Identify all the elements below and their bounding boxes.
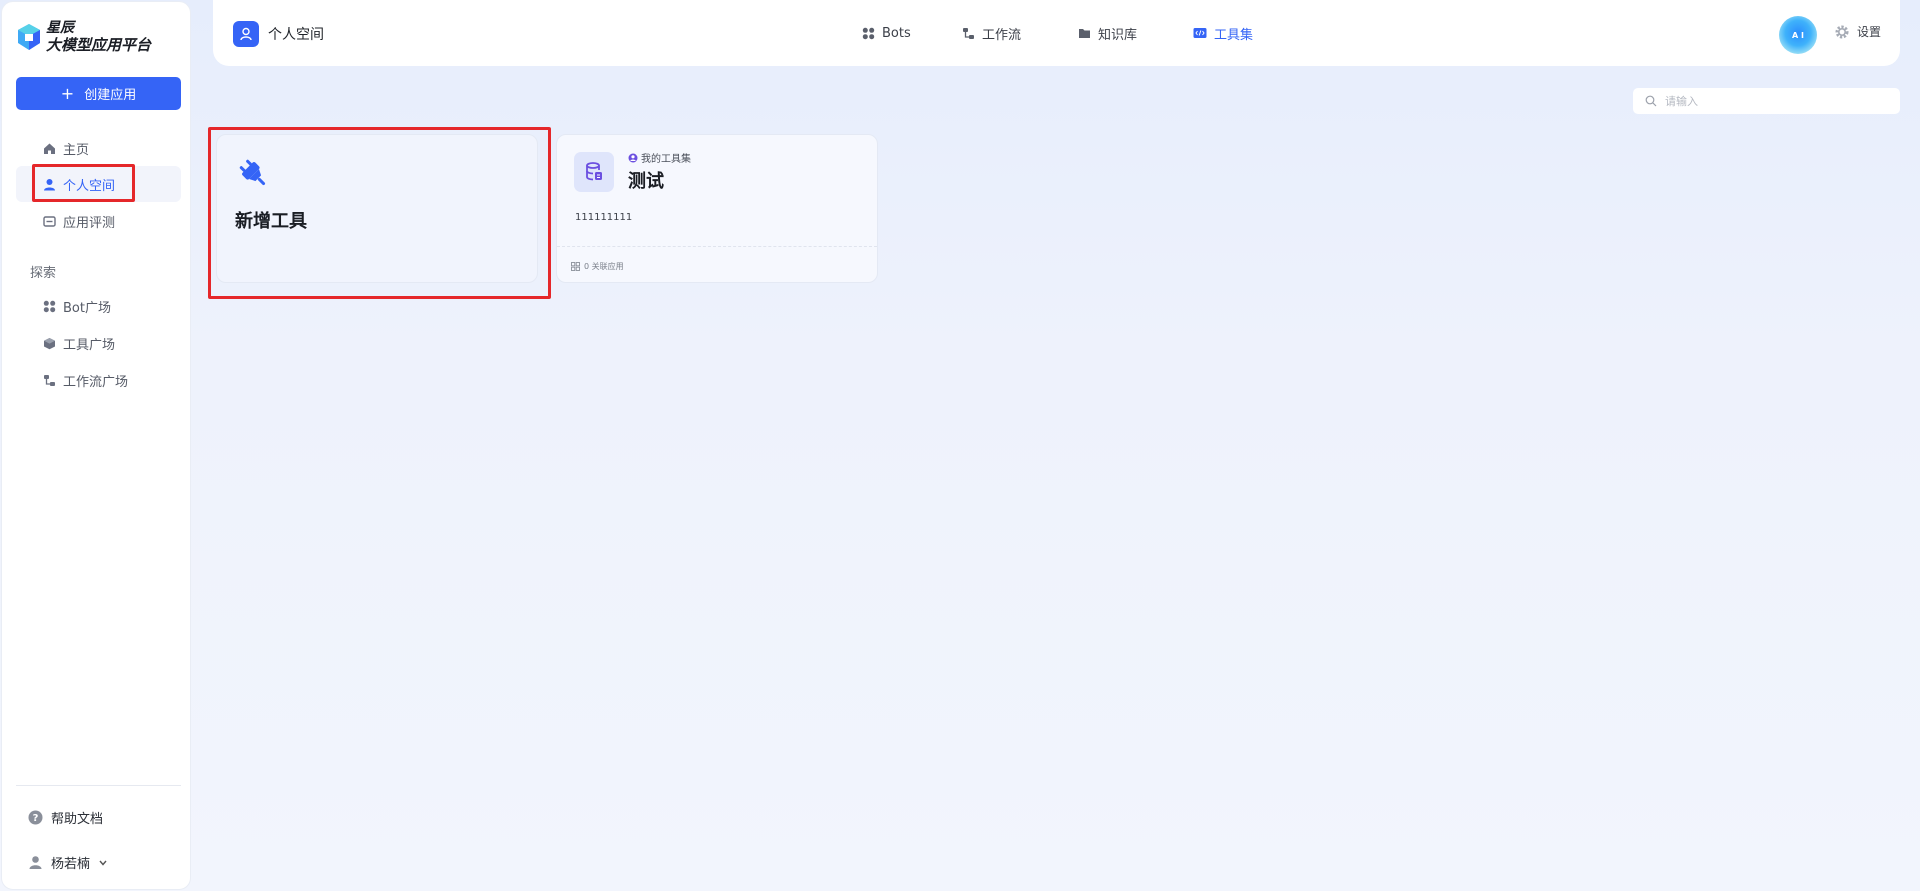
sidebar-item-bot-plaza[interactable]: Bot广场 bbox=[16, 288, 181, 324]
sidebar-item-evaluation[interactable]: 应用评测 bbox=[16, 203, 181, 239]
tool-collection-label: 我的工具集 bbox=[628, 150, 691, 165]
search-box[interactable] bbox=[1633, 88, 1900, 114]
workflow-icon bbox=[961, 26, 975, 40]
settings-label: 设置 bbox=[1857, 25, 1882, 39]
tab-label: 工具集 bbox=[1214, 27, 1254, 43]
database-icon bbox=[586, 162, 602, 181]
sidebar-item-label: 工作流广场 bbox=[63, 374, 129, 390]
help-docs-label: 帮助文档 bbox=[51, 812, 104, 827]
user-circle-icon bbox=[628, 153, 638, 162]
tab-label: 工作流 bbox=[982, 27, 1022, 43]
ai-assistant-avatar[interactable]: A I bbox=[1779, 16, 1817, 54]
tool-icon bbox=[574, 152, 614, 192]
sidebar-divider bbox=[16, 785, 181, 786]
sidebar-item-personal-space[interactable]: 个人空间 bbox=[16, 166, 181, 202]
plug-icon bbox=[239, 159, 266, 186]
tool-name: 测试 bbox=[628, 171, 664, 192]
user-icon bbox=[42, 177, 56, 191]
apps-grid-icon bbox=[861, 26, 875, 40]
apps-grid-icon bbox=[42, 299, 56, 313]
tool-card[interactable]: 我的工具集 测试 111111111 0 关联应用 bbox=[556, 134, 878, 283]
brand-logo[interactable]: 星辰 大模型应用平台 bbox=[16, 20, 151, 54]
sidebar-item-home[interactable]: 主页 bbox=[16, 130, 181, 166]
create-app-button[interactable]: + 创建应用 bbox=[16, 77, 181, 110]
settings-button[interactable]: 设置 bbox=[1835, 23, 1881, 40]
user-menu[interactable]: 杨若楠 bbox=[28, 853, 107, 872]
space-title: 个人空间 bbox=[233, 21, 324, 47]
tab-toolset[interactable]: 工具集 bbox=[1193, 20, 1253, 46]
sidebar-item-label: 工具广场 bbox=[63, 337, 116, 353]
user-avatar-icon bbox=[28, 855, 43, 870]
help-docs-link[interactable]: ? 帮助文档 bbox=[28, 808, 103, 827]
tool-linked-apps: 0 关联应用 bbox=[571, 261, 624, 272]
sidebar-item-label: 个人空间 bbox=[63, 178, 116, 194]
plus-icon: + bbox=[60, 83, 75, 103]
sidebar-item-label: 应用评测 bbox=[63, 215, 116, 231]
workflow-icon bbox=[42, 373, 56, 387]
sidebar-item-workflow-plaza[interactable]: 工作流广场 bbox=[16, 362, 181, 398]
home-icon bbox=[42, 141, 56, 155]
card-divider bbox=[557, 246, 877, 247]
sidebar-item-tool-plaza[interactable]: 工具广场 bbox=[16, 325, 181, 361]
add-tool-card[interactable]: 新增工具 bbox=[216, 134, 538, 283]
search-icon bbox=[1645, 95, 1657, 107]
collection-text: 我的工具集 bbox=[641, 154, 691, 165]
sidebar-item-label: Bot广场 bbox=[63, 300, 111, 316]
sidebar: 星辰 大模型应用平台 + 创建应用 主页 个人空间 应用评测 探索 Bot广场 bbox=[1, 1, 191, 890]
apps-grid-icon bbox=[571, 262, 580, 271]
explore-section-label: 探索 bbox=[30, 266, 57, 281]
space-title-label: 个人空间 bbox=[268, 27, 324, 43]
tab-bots[interactable]: Bots bbox=[861, 20, 911, 46]
brand-logo-icon bbox=[18, 24, 40, 50]
search-input[interactable] bbox=[1665, 94, 1885, 108]
code-icon bbox=[1193, 26, 1207, 40]
tab-knowledge-base[interactable]: 知识库 bbox=[1077, 20, 1137, 46]
ai-avatar-text: A I bbox=[1792, 30, 1804, 40]
tab-label: 知识库 bbox=[1098, 27, 1138, 43]
folder-icon bbox=[1077, 26, 1091, 40]
add-tool-title: 新增工具 bbox=[235, 211, 307, 232]
cube-icon bbox=[42, 336, 56, 350]
linked-apps-text: 0 关联应用 bbox=[584, 262, 624, 271]
tab-workflow[interactable]: 工作流 bbox=[961, 20, 1021, 46]
gear-icon bbox=[1835, 25, 1849, 38]
sidebar-item-label: 主页 bbox=[63, 142, 90, 158]
svg-text:?: ? bbox=[33, 813, 39, 824]
brand-line1: 星辰 bbox=[46, 20, 74, 36]
user-name: 杨若楠 bbox=[51, 857, 91, 872]
tab-label: Bots bbox=[882, 25, 911, 41]
evaluation-icon bbox=[42, 214, 56, 228]
brand-line2: 大模型应用平台 bbox=[46, 36, 152, 54]
personal-space-icon bbox=[233, 21, 259, 47]
create-app-label: 创建应用 bbox=[84, 88, 137, 103]
help-icon: ? bbox=[28, 810, 43, 825]
chevron-down-icon bbox=[99, 860, 107, 866]
tool-description: 111111111 bbox=[575, 212, 633, 223]
top-bar: 个人空间 Bots 工作流 知识库 工具集 A I 设置 bbox=[213, 0, 1900, 66]
